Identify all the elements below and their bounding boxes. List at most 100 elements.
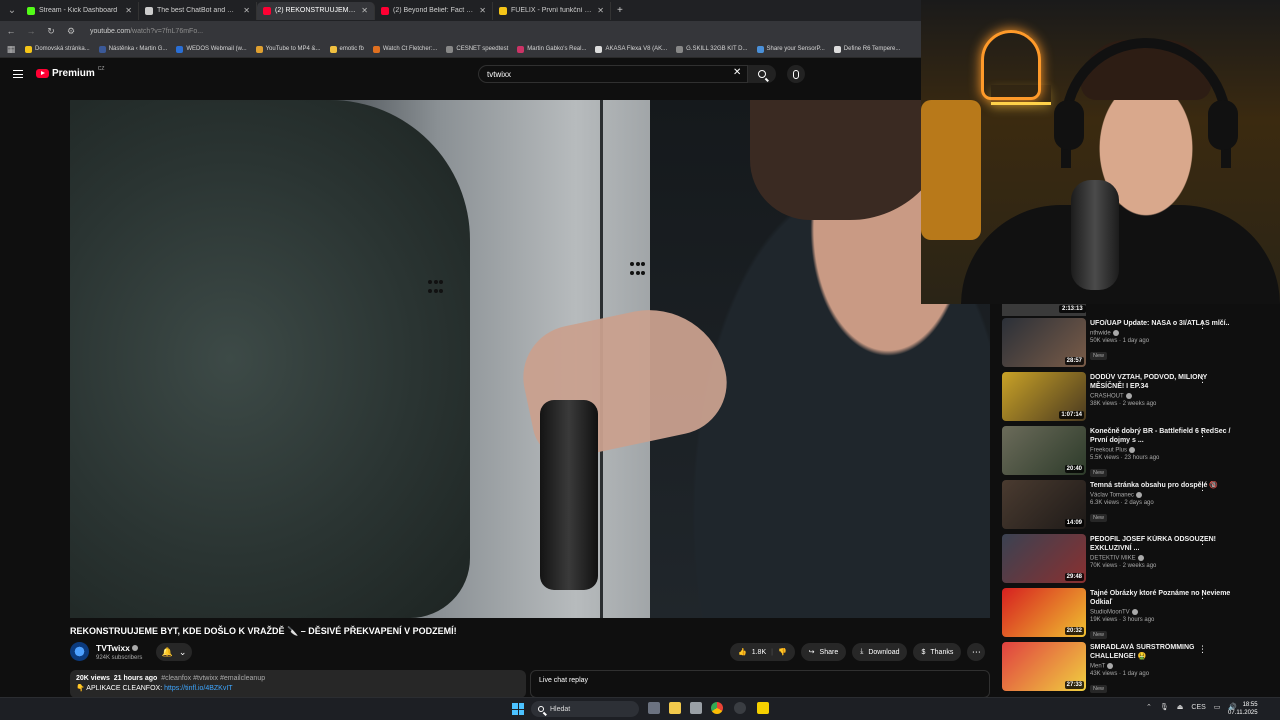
windows-start-icon[interactable] [512, 703, 524, 715]
recommendation-title[interactable]: UFO/UAP Update: NASA o 3I/ATLAS mlčí.. [1090, 319, 1240, 328]
taskbar-search[interactable]: Hledat [531, 701, 639, 717]
bookmark-item[interactable]: Nástěnka ‹ Martin G... [98, 45, 167, 53]
kebab-menu-icon[interactable]: ⋮ [1198, 374, 1207, 385]
thanks-button[interactable]: $ Thanks [913, 643, 962, 661]
microphone-tray-icon[interactable]: 🎙 [1160, 703, 1169, 711]
notification-bell-button[interactable]: 🔔 ⌄ [156, 643, 192, 661]
recommendation-channel[interactable]: nthwide [1090, 330, 1240, 337]
bookmark-item[interactable]: Define R6 Tempere... [833, 45, 900, 53]
kebab-menu-icon[interactable]: ⋮ [1198, 482, 1207, 493]
recommendation-thumbnail[interactable]: 1:07:14 [1002, 372, 1086, 421]
bookmark-item[interactable]: Domovská stránka... [25, 45, 90, 53]
bookmark-item[interactable]: CESNET speedtest [446, 45, 508, 53]
recommendation-title[interactable]: DODŮV VZTAH, PODVOD, MILIONY MĚSÍČNĚ! I … [1090, 373, 1240, 391]
video-player[interactable] [70, 100, 990, 618]
bookmark-item[interactable]: emotic fb [329, 45, 364, 53]
recommendation-channel[interactable]: StudioMoonTV [1090, 609, 1240, 616]
more-actions-button[interactable]: ⋯ [967, 643, 986, 661]
apps-icon[interactable]: ▦ [6, 44, 16, 55]
bookmark-item[interactable]: WEDOS Webmail (w... [176, 45, 247, 53]
url-field[interactable]: youtube.com/watch?v=7fnL76mFo... [90, 28, 203, 35]
chevron-up-icon[interactable]: ⌃ [1146, 703, 1152, 711]
recommendation-thumbnail[interactable]: 27:33 [1002, 642, 1086, 691]
kebab-menu-icon[interactable]: ⋮ [1198, 536, 1207, 547]
recommendation-item[interactable]: 14:09 Temná stránka obsahu pro dospělé 🔞… [1002, 480, 1272, 530]
recommendation-channel[interactable]: CRASHOUT [1090, 393, 1240, 400]
recommendation-item[interactable]: 29:48 PEDOFIL JOSEF KŮRKA ODSOUZEN! EXKL… [1002, 534, 1272, 584]
download-button[interactable]: ⤓ Download [852, 643, 908, 661]
recommendation-title[interactable]: Konečně dobrý BR - Battlefield 6 RedSec … [1090, 427, 1240, 445]
channel-avatar[interactable] [70, 642, 89, 661]
forward-icon[interactable]: → [26, 26, 36, 36]
description-link[interactable]: https://tinfl.io/4BZKvIT [164, 685, 232, 692]
reload-icon[interactable]: ↻ [46, 26, 56, 37]
back-icon[interactable]: ← [6, 26, 16, 36]
recommendation-channel[interactable]: MenT [1090, 663, 1240, 670]
browser-tab[interactable]: FUELIX - První funkční nápoj pro... ✕ [493, 1, 611, 20]
voice-search-icon[interactable] [787, 65, 805, 83]
browser-tab[interactable]: (2) REKONSTRUUJEME BYT, KDE... ✕ [257, 1, 375, 20]
browser-tab[interactable]: (2) Beyond Belief: Fact or Fiction ✕ [375, 1, 493, 20]
recommendation-item[interactable]: 20:32 Tajné Obrázky ktoré Poznáme no Nev… [1002, 588, 1272, 639]
close-tab-icon[interactable]: ✕ [597, 6, 604, 15]
recommendation-thumbnail[interactable]: 28:57 [1002, 318, 1086, 367]
channel-info[interactable]: TVTwixx 924K subscribers [70, 642, 142, 661]
store-icon[interactable] [690, 702, 702, 714]
recommendation-thumbnail[interactable]: 20:40 [1002, 426, 1086, 475]
new-tab-button[interactable]: + [617, 5, 623, 16]
live-chat-replay-panel[interactable]: Live chat replay [530, 670, 990, 698]
bookmark-item[interactable]: Share your SensorP... [756, 45, 825, 53]
recommendation-title[interactable]: Temná stránka obsahu pro dospělé 🔞 [1090, 481, 1240, 490]
app-icon[interactable] [734, 702, 746, 714]
close-tab-icon[interactable]: ✕ [243, 6, 250, 15]
recommendation-thumbnail[interactable]: 14:09 [1002, 480, 1086, 529]
bookmark-item[interactable]: Watch Ct Fletcher:... [372, 45, 437, 53]
recommendation-thumbnail[interactable]: 20:32 [1002, 588, 1086, 637]
clock[interactable]: 18:55 07.11.2025 [1228, 701, 1258, 717]
kebab-menu-icon[interactable]: ⋮ [1198, 428, 1207, 439]
sticky-notes-icon[interactable] [757, 702, 769, 714]
close-tab-icon[interactable]: ✕ [361, 6, 368, 15]
tab-search-icon[interactable]: ⌄ [3, 2, 21, 20]
recommendation-item[interactable]: 20:40 Konečně dobrý BR - Battlefield 6 R… [1002, 426, 1272, 477]
kebab-menu-icon[interactable]: ⋮ [1198, 644, 1207, 655]
chrome-icon[interactable] [711, 702, 723, 714]
network-icon[interactable]: ▭ [1214, 703, 1221, 711]
recommendation-item[interactable]: 1:07:14 DODŮV VZTAH, PODVOD, MILIONY MĚS… [1002, 372, 1272, 422]
browser-tab[interactable]: Stream - Kick Dashboard ✕ [21, 1, 139, 20]
recommendation-item[interactable]: 28:57 UFO/UAP Update: NASA o 3I/ATLAS ml… [1002, 318, 1272, 368]
recommendation-title[interactable]: Tajné Obrázky ktoré Poznáme no Nevieme O… [1090, 589, 1240, 607]
recommendation-channel[interactable]: Václav Tomanec [1090, 492, 1240, 499]
recommendation-item[interactable]: 27:33 SMRADLAVÁ SURSTRÖMMING CHALLENGE! … [1002, 642, 1272, 693]
site-info-icon[interactable]: ⚙ [66, 26, 76, 37]
file-explorer-icon[interactable] [669, 702, 681, 714]
task-view-icon[interactable] [648, 702, 660, 714]
bookmark-item[interactable]: Martin Gabko's Real... [517, 45, 586, 53]
browser-tab[interactable]: The best ChatBot and Widgets✕ [139, 1, 257, 20]
clear-search-icon[interactable]: ✕ [733, 67, 741, 78]
usb-icon[interactable]: ⏏ [1177, 703, 1184, 711]
language-indicator[interactable]: CES [1191, 704, 1205, 711]
recommendation-title[interactable]: SMRADLAVÁ SURSTRÖMMING CHALLENGE! 🤮 [1090, 643, 1240, 661]
search-input[interactable]: tvtwixx [478, 65, 748, 83]
bookmark-item[interactable]: YouTube to MP4 &... [255, 45, 321, 53]
share-button[interactable]: ↪ Share [800, 643, 847, 661]
previous-recommendation-thumbnail[interactable]: 2:13:13 [1002, 304, 1086, 316]
close-tab-icon[interactable]: ✕ [125, 6, 132, 15]
close-tab-icon[interactable]: ✕ [479, 6, 486, 15]
search-button[interactable] [748, 65, 776, 83]
kebab-menu-icon[interactable]: ⋮ [1198, 320, 1207, 331]
menu-icon[interactable] [13, 70, 23, 78]
bookmark-item[interactable]: AKASA Flexa V8 (AK... [595, 45, 667, 53]
recommendation-title[interactable]: PEDOFIL JOSEF KŮRKA ODSOUZEN! EXKLUZIVNÍ… [1090, 535, 1240, 553]
like-button[interactable]: 👍 1.8K | 👎 [730, 643, 795, 661]
recommendation-channel[interactable]: DETEKTIV MIKE [1090, 555, 1240, 562]
recommendation-thumbnail[interactable]: 29:48 [1002, 534, 1086, 583]
channel-name[interactable]: TVTwixx [96, 643, 142, 653]
thumbs-down-icon[interactable]: 👎 [778, 648, 787, 656]
bookmark-item[interactable]: G.SKILL 32GB KIT D... [676, 45, 748, 53]
recommendation-channel[interactable]: Freekout Plus [1090, 447, 1240, 454]
kebab-menu-icon[interactable]: ⋮ [1198, 590, 1207, 601]
youtube-logo[interactable]: Premium CZ [36, 66, 104, 79]
hashtags[interactable]: #cleanfox #tvtwixx #emailcleanup [161, 675, 265, 682]
